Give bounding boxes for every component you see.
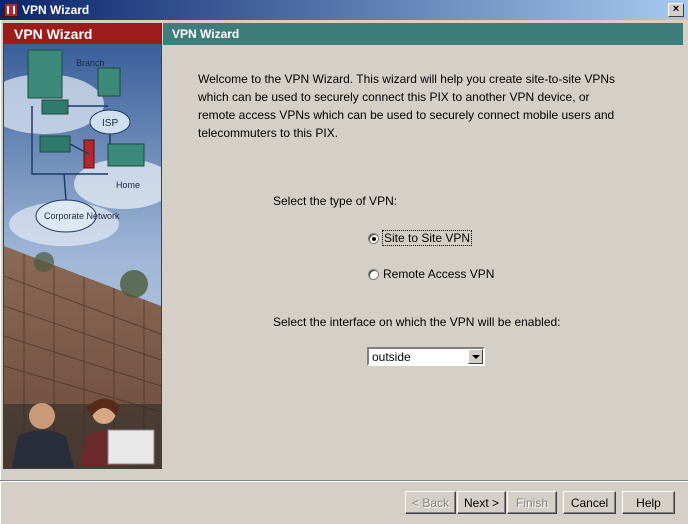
window-title: VPN Wizard [22, 3, 90, 17]
person-man [29, 403, 55, 429]
cancel-button[interactable]: Cancel [563, 491, 616, 514]
branch-label: Branch [76, 58, 105, 68]
left-panel: VPN Wizard Branch ISP Home Corporate Net… [3, 23, 162, 469]
site-to-site-radio[interactable] [368, 232, 379, 244]
remote-access-label[interactable]: Remote Access VPN [383, 267, 494, 281]
vpn-type-label: Select the type of VPN: [273, 194, 398, 208]
left-panel-header: VPN Wizard [4, 24, 161, 44]
title-bar: VPN Wizard × [0, 0, 688, 20]
interface-label: Select the interface on which the VPN wi… [273, 315, 561, 329]
site-to-site-vpn-option[interactable]: Site to Site VPN [368, 230, 473, 246]
switch-icon [39, 135, 71, 153]
router-icon [41, 99, 69, 115]
help-button[interactable]: Help [622, 491, 675, 514]
next-button[interactable]: Next > [457, 491, 506, 514]
branch-building-icon [27, 49, 63, 99]
site-to-site-label[interactable]: Site to Site VPN [381, 230, 473, 246]
step-header: VPN Wizard [163, 23, 683, 45]
home-label: Home [116, 180, 140, 190]
finish-button[interactable]: Finish [507, 491, 557, 514]
button-separator [0, 480, 688, 482]
monitor-icon [107, 429, 155, 465]
pix-app-icon [4, 3, 18, 17]
home-pc-icon [107, 143, 145, 167]
corporate-network-label: Corporate Network [44, 211, 120, 221]
remote-access-radio[interactable] [368, 268, 379, 280]
back-button[interactable]: < Back [405, 491, 456, 514]
branch-building-small-icon [97, 67, 121, 97]
remote-access-vpn-option[interactable]: Remote Access VPN [368, 267, 494, 281]
interface-select[interactable]: outside [367, 347, 485, 366]
wizard-illustration: Branch ISP Home Corporate Network [4, 44, 161, 468]
intro-text: Welcome to the VPN Wizard. This wizard w… [198, 72, 616, 140]
isp-label: ISP [102, 118, 118, 129]
chevron-down-icon[interactable] [468, 349, 483, 364]
close-button[interactable]: × [668, 3, 684, 17]
interface-select-value: outside [372, 350, 411, 364]
